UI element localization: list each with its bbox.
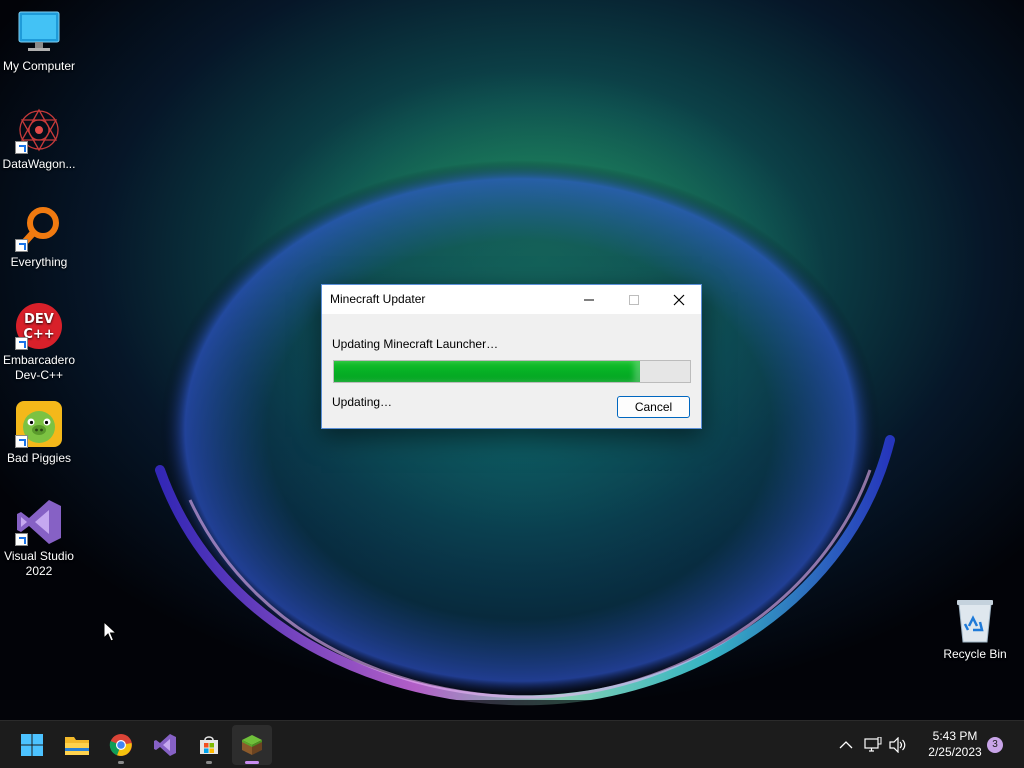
mouse-cursor-icon bbox=[103, 621, 117, 642]
file-explorer-icon bbox=[65, 737, 89, 755]
minimize-icon bbox=[584, 299, 594, 300]
start-icon bbox=[21, 734, 43, 756]
maximize-icon bbox=[629, 294, 639, 305]
progress-bar-fill bbox=[334, 361, 641, 382]
shortcut-arrow-icon bbox=[15, 239, 28, 252]
desktop-icon-label: Everything bbox=[10, 255, 68, 269]
chevron-up-icon bbox=[839, 741, 853, 749]
network-button[interactable] bbox=[863, 735, 883, 755]
minimize-button[interactable] bbox=[566, 285, 612, 314]
start-button[interactable] bbox=[12, 725, 52, 765]
status-text: Updating… bbox=[332, 395, 393, 409]
clock-date: 2/25/2023 bbox=[928, 745, 982, 759]
svg-text:C++: C++ bbox=[23, 327, 54, 342]
desktop-icon-label: Recycle Bin bbox=[943, 647, 1007, 661]
shortcut-arrow-icon bbox=[15, 533, 28, 546]
running-indicator bbox=[245, 761, 259, 764]
bad-piggies-icon bbox=[15, 400, 63, 448]
desktop-icon-datawagon[interactable]: DataWagon... bbox=[0, 106, 78, 172]
computer-icon bbox=[15, 8, 63, 56]
notification-badge[interactable]: 3 bbox=[987, 737, 1003, 753]
taskbar-microsoft-store[interactable] bbox=[189, 725, 229, 765]
network-icon bbox=[864, 737, 882, 752]
datawagon-icon bbox=[15, 106, 63, 154]
visual-studio-icon bbox=[15, 498, 63, 546]
svg-text:DEV: DEV bbox=[24, 312, 54, 327]
devcpp-icon: DEV C++ bbox=[15, 302, 63, 350]
shortcut-arrow-icon bbox=[15, 337, 28, 350]
running-indicator bbox=[206, 761, 212, 764]
clock[interactable]: 5:43 PM 2/25/2023 bbox=[912, 728, 998, 760]
running-indicator bbox=[118, 761, 124, 764]
shortcut-arrow-icon bbox=[15, 141, 28, 154]
close-button[interactable] bbox=[656, 285, 702, 314]
desktop-icon-bad-piggies[interactable]: Bad Piggies bbox=[0, 400, 78, 466]
minecraft-updater-dialog: Minecraft Updater Updating Minecraft Lau… bbox=[321, 284, 702, 429]
cancel-button[interactable]: Cancel bbox=[617, 396, 690, 418]
progress-bar bbox=[333, 360, 691, 383]
desktop-icon-label: Visual Studio 2022 bbox=[4, 549, 74, 578]
recycle-bin-icon bbox=[951, 596, 999, 644]
minecraft-icon bbox=[242, 735, 262, 755]
taskbar-file-explorer[interactable] bbox=[57, 725, 97, 765]
chrome-icon bbox=[109, 734, 132, 756]
desktop-icon-devcpp[interactable]: DEV C++ Embarcadero Dev-C++ bbox=[0, 302, 78, 383]
update-message: Updating Minecraft Launcher… bbox=[332, 337, 499, 351]
everything-search-icon bbox=[15, 204, 63, 252]
clock-time: 5:43 PM bbox=[932, 729, 978, 743]
desktop-icon-visual-studio[interactable]: Visual Studio 2022 bbox=[0, 498, 78, 579]
desktop-icon-label: DataWagon... bbox=[2, 157, 76, 171]
desktop-icon-label: Embarcadero Dev-C++ bbox=[2, 353, 76, 382]
taskbar-chrome[interactable] bbox=[101, 725, 141, 765]
dialog-title: Minecraft Updater bbox=[330, 292, 426, 306]
desktop-icon-label: My Computer bbox=[2, 59, 76, 73]
taskbar-minecraft[interactable] bbox=[232, 725, 272, 765]
microsoft-store-icon bbox=[200, 736, 218, 754]
maximize-button bbox=[611, 285, 657, 314]
show-hidden-icons-button[interactable] bbox=[836, 735, 856, 755]
close-icon bbox=[673, 294, 685, 305]
taskbar: 5:43 PM 2/25/2023 3 bbox=[0, 720, 1024, 768]
visual-studio-icon bbox=[154, 734, 176, 756]
volume-button[interactable] bbox=[888, 735, 908, 755]
dialog-titlebar[interactable]: Minecraft Updater bbox=[322, 285, 701, 314]
desktop-icon-label: Bad Piggies bbox=[6, 451, 72, 465]
shortcut-arrow-icon bbox=[15, 435, 28, 448]
desktop-icon-my-computer[interactable]: My Computer bbox=[0, 8, 78, 74]
taskbar-visual-studio[interactable] bbox=[145, 725, 185, 765]
desktop-icon-everything[interactable]: Everything bbox=[0, 204, 78, 270]
desktop-icon-recycle-bin[interactable]: Recycle Bin bbox=[936, 596, 1014, 662]
volume-icon bbox=[889, 737, 906, 753]
